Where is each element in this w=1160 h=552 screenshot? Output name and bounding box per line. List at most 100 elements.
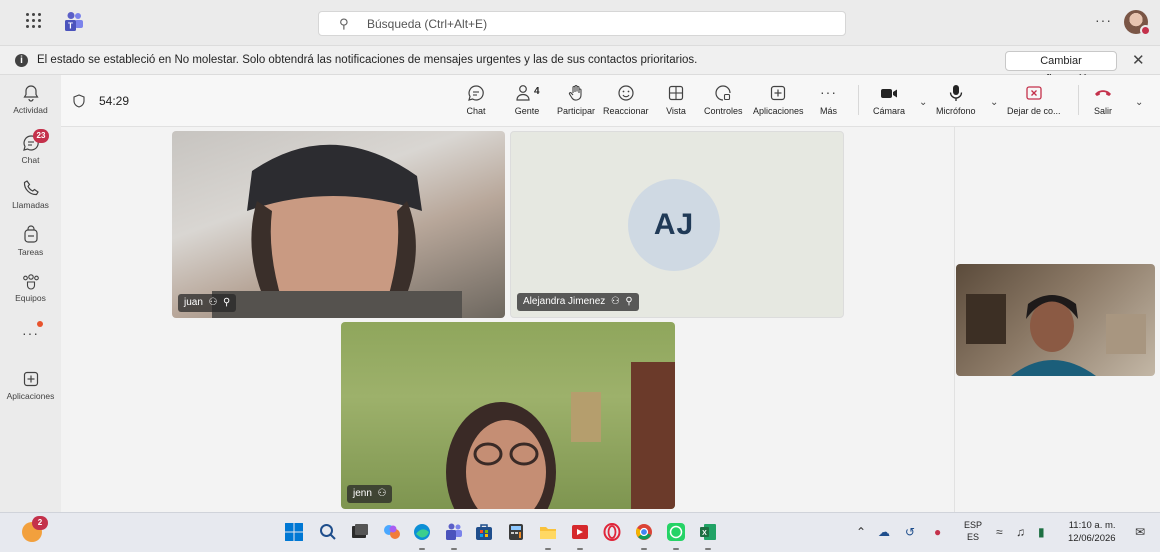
phone-icon xyxy=(23,180,39,196)
weather-badge: 2 xyxy=(32,516,48,530)
participant-tile-jenn[interactable]: jenn ⚇ xyxy=(341,322,675,509)
cloud-sync-icon[interactable]: ☁ xyxy=(878,525,890,539)
rail-item-chat[interactable]: 23 Chat xyxy=(0,129,61,165)
rail-item-calls[interactable]: Llamadas xyxy=(0,178,61,210)
info-icon: i xyxy=(15,54,28,67)
close-icon[interactable]: ✕ xyxy=(1132,51,1145,69)
more-actions-button[interactable]: ··· Más xyxy=(820,83,837,116)
participant-tile-juan[interactable]: juan ⚇ ⚲ xyxy=(172,131,505,318)
running-indicator xyxy=(545,548,551,550)
controls-label: Controles xyxy=(704,106,743,116)
rail-item-more[interactable]: ··· xyxy=(0,321,61,341)
grid-view-icon xyxy=(668,85,684,101)
controls-icon xyxy=(715,85,731,101)
chevron-down-icon[interactable]: ⌄ xyxy=(1135,97,1143,108)
apps-grid-icon[interactable] xyxy=(26,13,42,29)
guest-icon: ⚇ xyxy=(608,296,620,307)
chat-button[interactable]: Chat xyxy=(466,83,486,116)
edge-icon[interactable] xyxy=(412,522,432,542)
more-label: Más xyxy=(820,106,838,116)
sync-icon[interactable]: ↺ xyxy=(905,525,915,539)
keyboard-layout: ES xyxy=(967,532,980,542)
running-indicator xyxy=(451,548,457,550)
chevron-down-icon[interactable]: ⌄ xyxy=(990,97,998,108)
guest-icon: ⚇ xyxy=(205,297,218,308)
notifications-icon[interactable]: ✉ xyxy=(1135,525,1145,539)
volume-icon[interactable]: ♫ xyxy=(1016,525,1025,539)
search-icon[interactable] xyxy=(318,522,338,542)
do-not-disturb-status-icon xyxy=(1140,25,1151,36)
app-rail: Actividad 23 Chat Llamadas Tareas Equipo… xyxy=(0,75,61,512)
leave-button[interactable]: Salir xyxy=(1093,83,1113,116)
calculator-icon[interactable] xyxy=(506,522,526,542)
microphone-in-use-icon[interactable]: ● xyxy=(934,525,941,539)
controls-button[interactable]: Controles xyxy=(704,83,743,116)
dnd-notification-bar: i El estado se estableció en No molestar… xyxy=(0,46,1160,85)
people-icon xyxy=(516,85,530,101)
battery-icon[interactable]: ▮ xyxy=(1038,525,1045,539)
stop-sharing-button[interactable]: Dejar de co... xyxy=(1007,83,1061,116)
chevron-down-icon[interactable]: ⌄ xyxy=(919,97,927,108)
microphone-label: Micrófono xyxy=(936,106,976,116)
task-view-icon[interactable] xyxy=(350,522,370,542)
clock-date: 12/06/2026 xyxy=(1068,533,1116,544)
view-button[interactable]: Vista xyxy=(666,83,686,116)
running-indicator xyxy=(705,548,711,550)
notification-dot xyxy=(37,321,43,327)
apps-button[interactable]: Aplicaciones xyxy=(753,83,804,116)
video-stage: juan ⚇ ⚲ AJ Alejandra Jimenez ⚇ ⚲ jenn ⚇ xyxy=(61,127,1160,512)
system-clock[interactable]: 11:10 a. m. 12/06/2026 xyxy=(1068,519,1116,545)
language-indicator[interactable]: ESP ES xyxy=(964,519,982,543)
change-settings-button[interactable]: Cambiar configuración xyxy=(1005,51,1117,85)
self-view-tile[interactable] xyxy=(956,264,1155,376)
more-options-button[interactable]: ··· xyxy=(1095,12,1112,28)
chevron-up-icon[interactable]: ⌃ xyxy=(856,525,866,539)
teams-taskbar-icon[interactable] xyxy=(444,522,464,542)
excel-icon[interactable]: X xyxy=(698,522,718,542)
rail-item-label: Chat xyxy=(21,155,40,165)
leave-label: Salir xyxy=(1093,106,1112,116)
rail-item-label: Actividad xyxy=(13,105,48,115)
raise-hand-button[interactable]: Participar xyxy=(557,83,595,116)
camera-button[interactable]: Cámara xyxy=(873,83,905,116)
shield-icon xyxy=(73,94,85,108)
participant-name-label: jenn ⚇ xyxy=(347,485,393,503)
profile-avatar[interactable] xyxy=(1124,10,1151,36)
copilot-icon[interactable] xyxy=(382,522,402,542)
screen-recorder-icon[interactable] xyxy=(570,522,590,542)
store-icon[interactable] xyxy=(474,522,494,542)
participant-name: jenn xyxy=(353,488,372,499)
rail-item-label: Aplicaciones xyxy=(6,391,55,401)
mic-off-icon: ⚲ xyxy=(220,297,231,308)
windows-start-icon[interactable] xyxy=(284,522,304,542)
rail-item-teams[interactable]: Equipos xyxy=(0,271,61,303)
bell-icon xyxy=(22,85,39,102)
raise-hand-label: Participar xyxy=(557,106,596,116)
rail-item-label: Equipos xyxy=(15,293,46,303)
people-button[interactable]: 4 Gente xyxy=(513,83,541,116)
rail-item-apps[interactable]: Aplicaciones xyxy=(0,369,61,401)
opera-icon[interactable] xyxy=(602,522,622,542)
chrome-icon[interactable] xyxy=(634,522,654,542)
hand-icon xyxy=(568,84,582,101)
participant-tile-alejandra[interactable]: AJ Alejandra Jimenez ⚇ ⚲ xyxy=(510,131,844,318)
more-icon: ··· xyxy=(820,84,837,100)
more-icon: ··· xyxy=(22,325,39,341)
camera-icon xyxy=(881,89,897,98)
notification-text: El estado se estableció en No molestar. … xyxy=(37,54,698,66)
rail-item-activity[interactable]: Actividad xyxy=(0,83,61,115)
rail-item-tasks[interactable]: Tareas xyxy=(0,225,61,257)
react-button[interactable]: Reaccionar xyxy=(603,83,649,116)
participant-name-label: juan ⚇ ⚲ xyxy=(178,294,237,312)
microphone-button[interactable]: Micrófono xyxy=(936,83,976,116)
search-input[interactable]: ⚲ Búsqueda (Ctrl+Alt+E) xyxy=(318,11,846,36)
participant-name: Alejandra Jimenez xyxy=(523,296,606,307)
whatsapp-icon[interactable] xyxy=(666,522,686,542)
language-code: ESP xyxy=(964,520,983,530)
file-explorer-icon[interactable] xyxy=(538,522,558,542)
people-label: Gente xyxy=(514,106,540,116)
wifi-icon[interactable]: ≈ xyxy=(996,525,1003,539)
stop-share-icon xyxy=(1026,86,1042,100)
meeting-timer: 54:29 xyxy=(99,94,130,108)
running-indicator xyxy=(577,548,583,550)
